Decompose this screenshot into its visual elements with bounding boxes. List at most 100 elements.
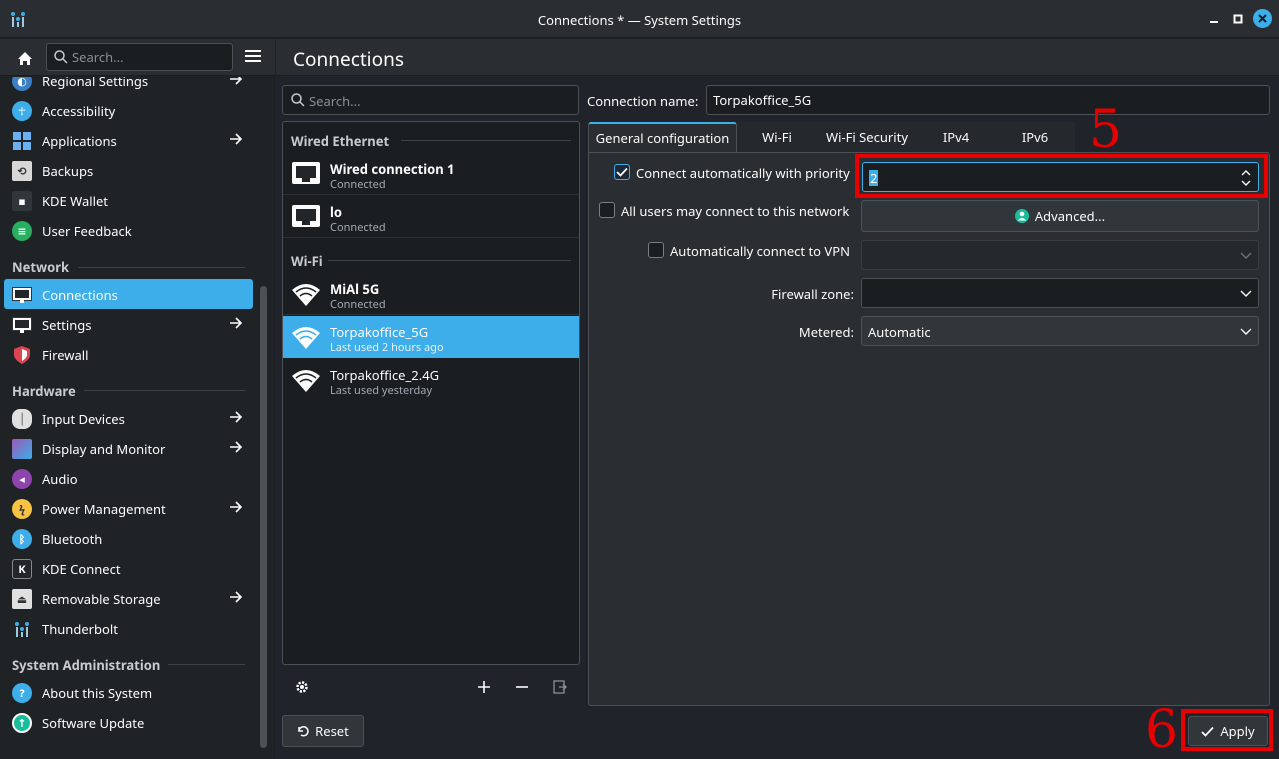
sidebar-search[interactable]: [46, 43, 233, 71]
hamburger-menu-icon[interactable]: [245, 50, 261, 64]
category-hardware: Hardware: [12, 382, 76, 400]
sidebar-item-network-settings[interactable]: Settings: [4, 309, 253, 339]
category-divider: [84, 390, 245, 391]
firewall-icon: [12, 345, 32, 365]
sidebar-item-thunderbolt[interactable]: Thunderbolt: [4, 613, 253, 643]
sidebar-item-power[interactable]: ϟ Power Management: [4, 493, 253, 523]
connection-search[interactable]: [282, 85, 579, 115]
checkmark-icon: [616, 167, 628, 177]
sidebar-item-label: Removable Storage: [42, 590, 161, 608]
sidebar-item-label: Backups: [42, 162, 94, 180]
vpn-label: Automatically connect to VPN: [670, 242, 850, 260]
sidebar-item-user-feedback[interactable]: ≡ User Feedback: [4, 215, 253, 245]
sidebar-item-software-update[interactable]: ↑ Software Update: [4, 707, 253, 737]
maximize-icon[interactable]: [1230, 11, 1246, 27]
about-icon: ?: [12, 683, 32, 703]
connection-item-torpakoffice-5g[interactable]: Torpakoffice_5G Last used 2 hours ago: [283, 316, 579, 358]
firewall-zone-combobox[interactable]: [861, 278, 1259, 308]
sidebar-item-regional-settings[interactable]: ◐ Regional Settings: [4, 77, 253, 95]
advanced-label: Advanced...: [1034, 207, 1106, 225]
undo-icon: [298, 726, 309, 737]
display-icon: [12, 439, 32, 459]
kde-wallet-icon: ▪: [12, 191, 32, 211]
arrow-right-icon: [230, 501, 243, 513]
removable-storage-icon: ⏏: [12, 589, 32, 609]
vpn-combobox[interactable]: [861, 240, 1259, 270]
input-devices-icon: │: [12, 409, 32, 429]
connection-item-wired-1[interactable]: Wired connection 1 Connected: [283, 153, 579, 195]
sidebar-item-label: KDE Connect: [42, 560, 121, 578]
sidebar-item-label: Connections: [42, 286, 118, 304]
metered-combobox[interactable]: Automatic: [861, 316, 1259, 346]
vpn-checkbox[interactable]: [648, 242, 664, 258]
sidebar-item-backups[interactable]: ⟲ Backups: [4, 155, 253, 185]
connection-status: Last used 2 hours ago: [330, 340, 444, 355]
sidebar-item-label: Bluetooth: [42, 530, 103, 548]
regional-settings-icon: ◐: [12, 77, 32, 91]
export-icon[interactable]: [551, 678, 569, 696]
reset-button[interactable]: Reset: [282, 715, 364, 747]
page-title: Connections: [293, 46, 404, 72]
tab-ipv6[interactable]: IPv6: [995, 122, 1075, 152]
wifi-icon: [292, 327, 320, 349]
wifi-icon: [292, 370, 320, 392]
auto-connect-checkbox[interactable]: [614, 164, 630, 180]
chevron-down-icon: [1240, 328, 1252, 335]
connection-status: Connected: [330, 177, 386, 192]
sidebar-item-about[interactable]: ? About this System: [4, 677, 253, 707]
connection-item-torpakoffice-24g[interactable]: Torpakoffice_2.4G Last used yesterday: [283, 359, 579, 401]
title-bar: Connections * — System Settings: [0, 0, 1279, 38]
home-icon[interactable]: [14, 48, 36, 68]
sidebar-item-removable-storage[interactable]: ⏏ Removable Storage: [4, 583, 253, 613]
arrow-right-icon: [230, 133, 243, 145]
search-icon: [291, 93, 305, 107]
all-users-checkbox[interactable]: [599, 202, 615, 218]
sidebar-item-label: Thunderbolt: [42, 620, 118, 638]
sidebar-item-accessibility[interactable]: ☥ Accessibility: [4, 95, 253, 125]
tab-wifi[interactable]: Wi-Fi: [737, 122, 817, 152]
sidebar-item-audio[interactable]: ◂ Audio: [4, 463, 253, 493]
connection-name: MiAl 5G: [330, 280, 380, 298]
group-wired-ethernet: Wired Ethernet: [291, 132, 390, 150]
connection-name-field[interactable]: [706, 85, 1270, 115]
connection-item-lo[interactable]: lo Connected: [283, 196, 579, 238]
sidebar-item-firewall[interactable]: Firewall: [4, 339, 253, 369]
configure-icon[interactable]: [293, 678, 311, 696]
remove-icon[interactable]: [513, 678, 531, 696]
sidebar-item-label: Display and Monitor: [42, 440, 166, 458]
sidebar-search-input[interactable]: [72, 48, 227, 66]
advanced-button[interactable]: Advanced...: [861, 200, 1259, 232]
close-icon[interactable]: [1253, 9, 1272, 28]
sidebar-item-kde-connect[interactable]: K KDE Connect: [4, 553, 253, 583]
annotation-number-6: 6: [1145, 700, 1179, 759]
sidebar-item-label: Input Devices: [42, 410, 125, 428]
connection-name: lo: [330, 203, 342, 221]
accessibility-icon: ☥: [12, 101, 32, 121]
sidebar-item-display[interactable]: Display and Monitor: [4, 433, 253, 463]
add-icon[interactable]: [475, 678, 493, 696]
annotation-box-6: [1181, 709, 1273, 751]
sidebar-item-connections[interactable]: Connections: [4, 279, 253, 309]
user-icon: [1014, 209, 1029, 223]
sidebar-item-input-devices[interactable]: │ Input Devices: [4, 403, 253, 433]
tab-general-configuration[interactable]: General configuration: [588, 122, 737, 152]
all-users-label: All users may connect to this network: [621, 202, 850, 220]
tab-ipv4[interactable]: IPv4: [917, 122, 995, 152]
tab-wifi-security[interactable]: Wi-Fi Security: [817, 122, 917, 152]
category-network: Network: [12, 258, 70, 276]
sidebar-item-label: Power Management: [42, 500, 166, 518]
search-icon: [54, 50, 68, 64]
sidebar-item-kde-wallet[interactable]: ▪ KDE Wallet: [4, 185, 253, 215]
software-update-icon: ↑: [12, 713, 32, 733]
group-wifi: Wi-Fi: [291, 252, 323, 270]
connection-item-mial-5g[interactable]: MiAl 5G Connected: [283, 273, 579, 315]
connection-status: Last used yesterday: [330, 383, 433, 398]
connection-status: Connected: [330, 297, 386, 312]
sidebar-item-bluetooth[interactable]: ᛒ Bluetooth: [4, 523, 253, 553]
bluetooth-icon: ᛒ: [12, 529, 32, 549]
sidebar-scrollbar[interactable]: [260, 286, 267, 748]
connection-name: Wired connection 1: [330, 160, 455, 178]
sidebar-item-applications[interactable]: Applications: [4, 125, 253, 155]
connection-search-input[interactable]: [309, 92, 569, 110]
minimize-icon[interactable]: [1206, 11, 1222, 27]
